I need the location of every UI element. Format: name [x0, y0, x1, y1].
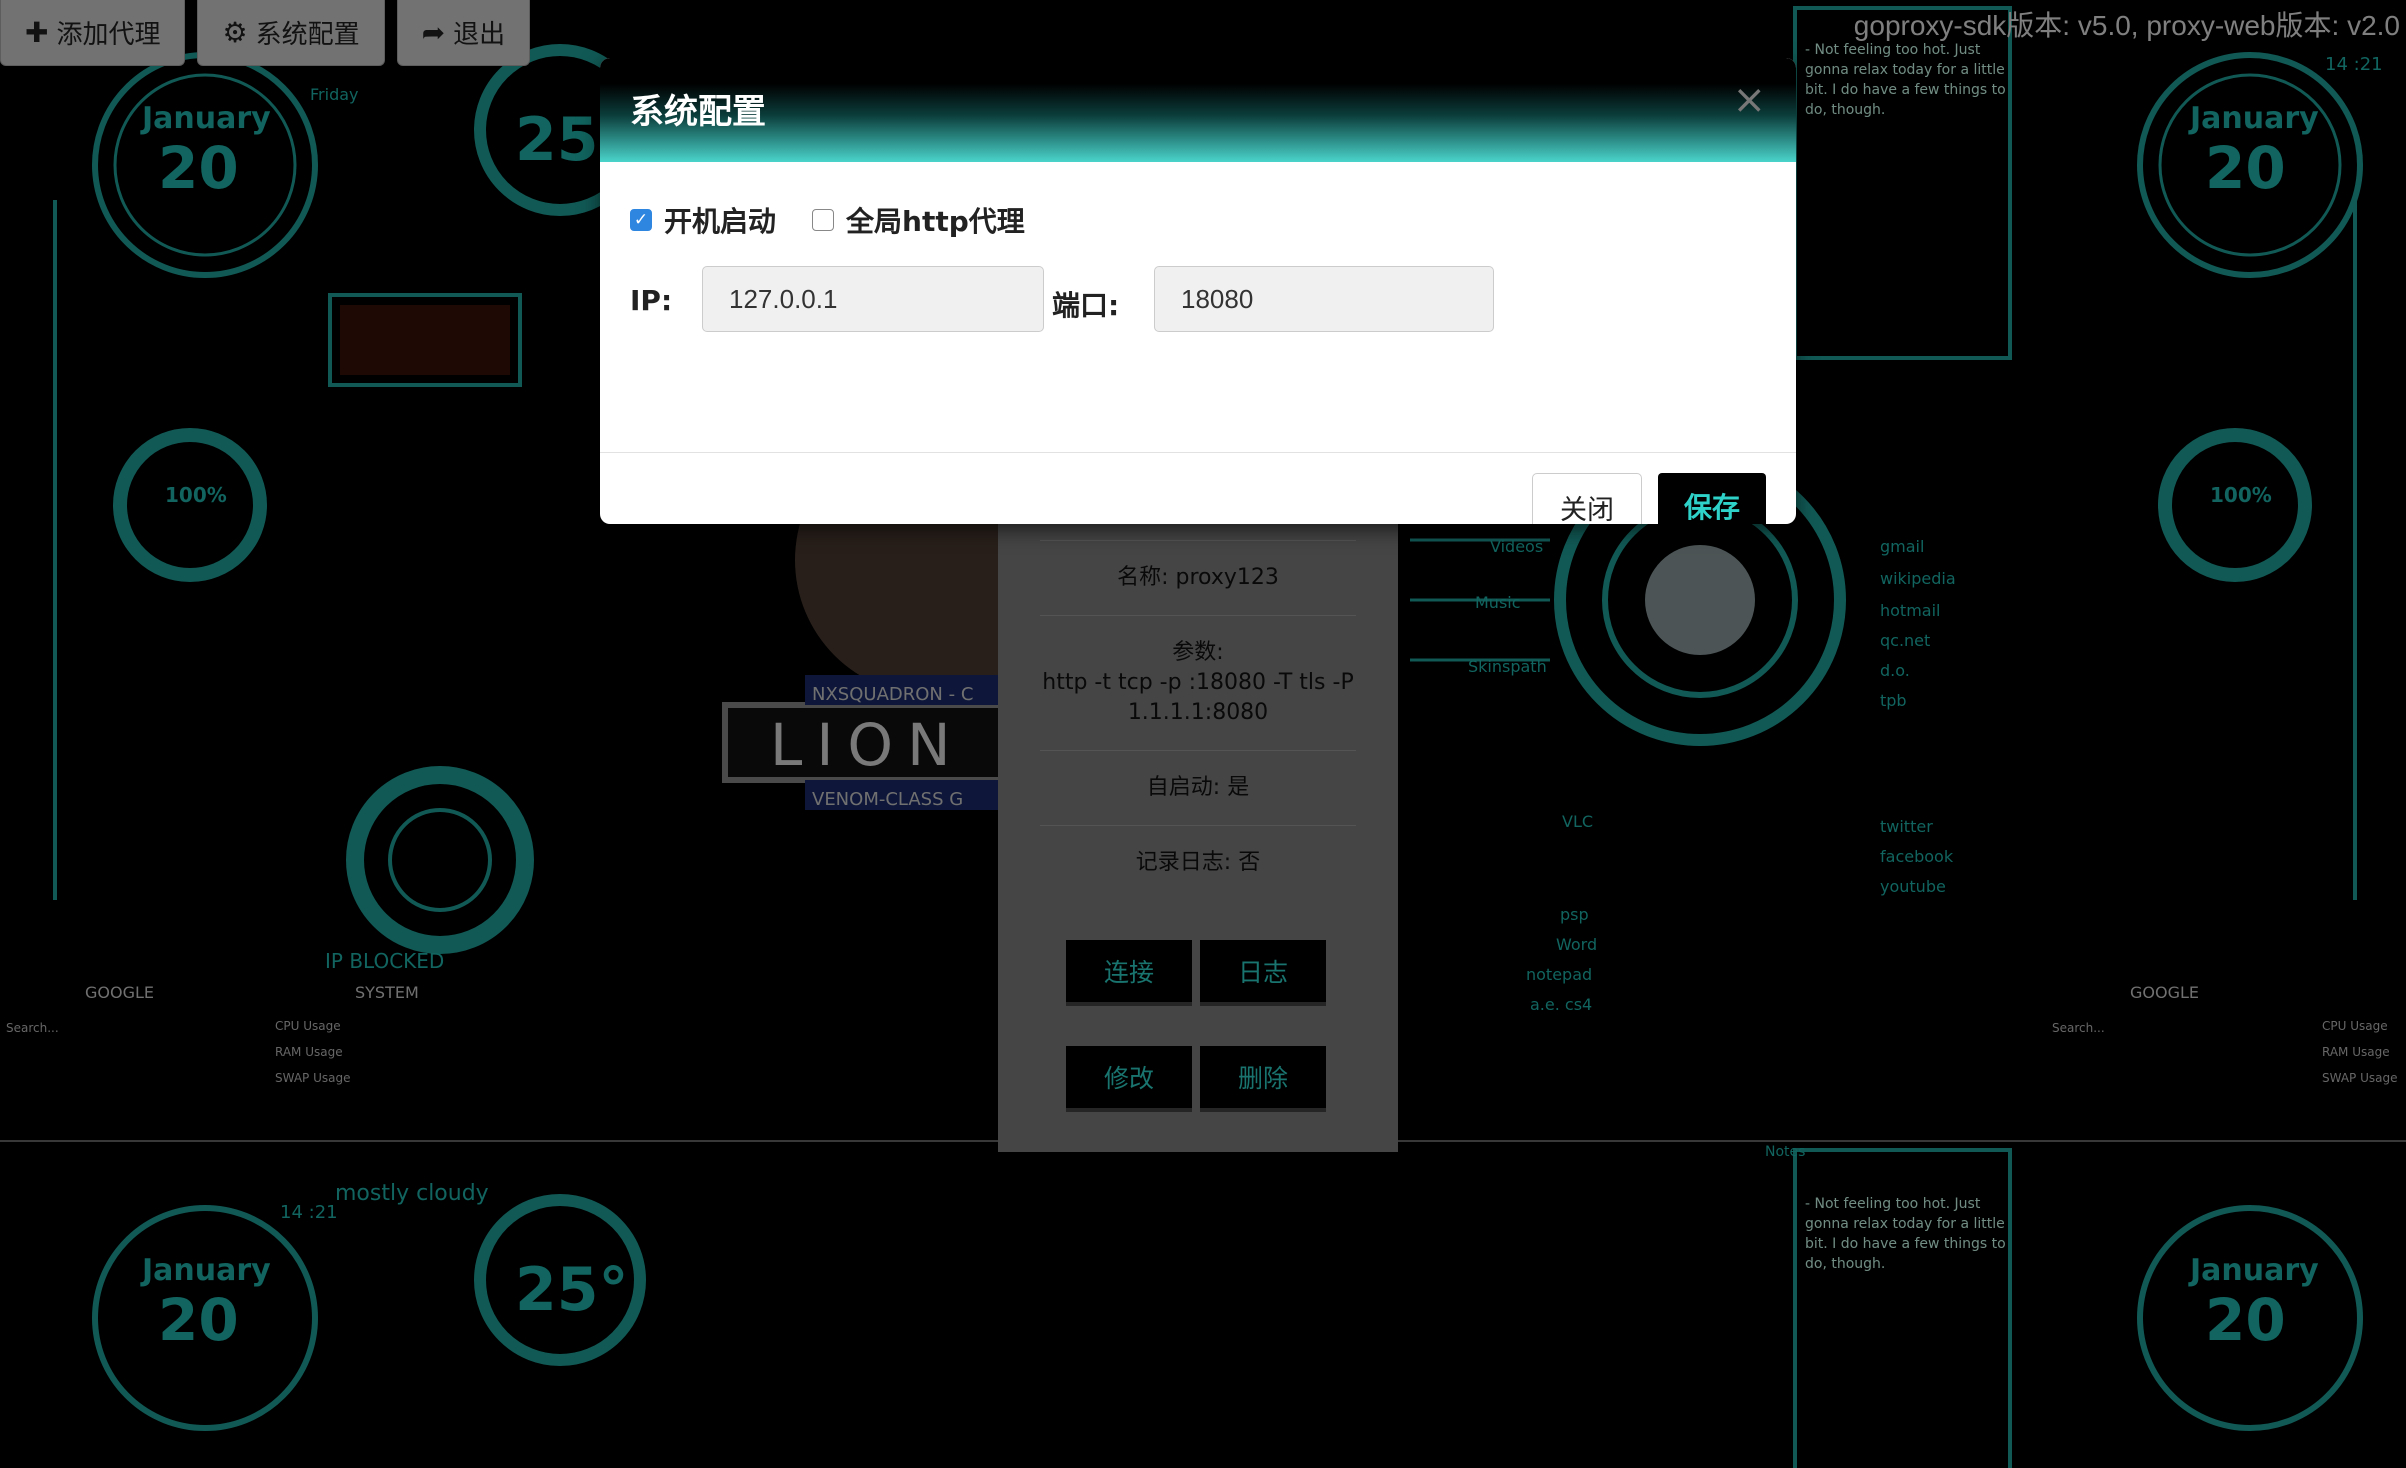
- global-http-checkbox[interactable]: [812, 209, 835, 231]
- port-label: 端口:: [1052, 289, 1120, 322]
- modal-footer: 关闭 保存: [600, 453, 1796, 524]
- modal-body: ✓ 开机启动 全局http代理 IP: 127.0.0.1 端口: 18080: [600, 162, 1796, 453]
- global-http-label: 全局http代理: [846, 205, 1025, 238]
- ip-label: IP:: [630, 284, 673, 317]
- close-button[interactable]: 关闭: [1532, 473, 1642, 524]
- modal-title: 系统配置: [630, 92, 766, 132]
- modal-header: 系统配置 ×: [600, 58, 1796, 162]
- port-input[interactable]: 18080: [1154, 266, 1494, 332]
- save-button[interactable]: 保存: [1658, 473, 1766, 524]
- system-config-modal: 系统配置 × ✓ 开机启动 全局http代理 IP: 127.0.0.1 端口:…: [600, 58, 1796, 524]
- boot-start-label: 开机启动: [664, 205, 777, 238]
- close-icon[interactable]: ×: [1732, 80, 1766, 120]
- ip-input[interactable]: 127.0.0.1: [702, 266, 1044, 332]
- boot-start-checkbox[interactable]: ✓: [630, 209, 652, 231]
- options-row: ✓ 开机启动 全局http代理: [630, 200, 1025, 240]
